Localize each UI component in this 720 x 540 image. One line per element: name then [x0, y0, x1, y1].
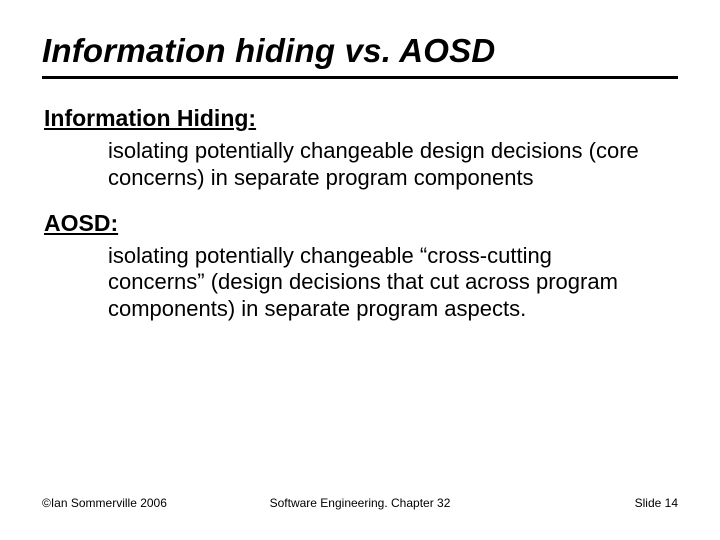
section-body: isolating potentially changeable design … — [108, 138, 648, 192]
slide: Information hiding vs. AOSD Information … — [0, 0, 720, 540]
slide-footer: ©Ian Sommerville 2006 Software Engineeri… — [42, 496, 678, 510]
slide-title: Information hiding vs. AOSD — [42, 32, 678, 70]
title-rule — [42, 76, 678, 79]
footer-slide-number: Slide 14 — [635, 496, 678, 510]
footer-copyright: ©Ian Sommerville 2006 — [42, 496, 167, 510]
section-heading: AOSD: — [44, 210, 678, 237]
section-heading: Information Hiding: — [44, 105, 678, 132]
section-body: isolating potentially changeable “cross-… — [108, 243, 648, 323]
